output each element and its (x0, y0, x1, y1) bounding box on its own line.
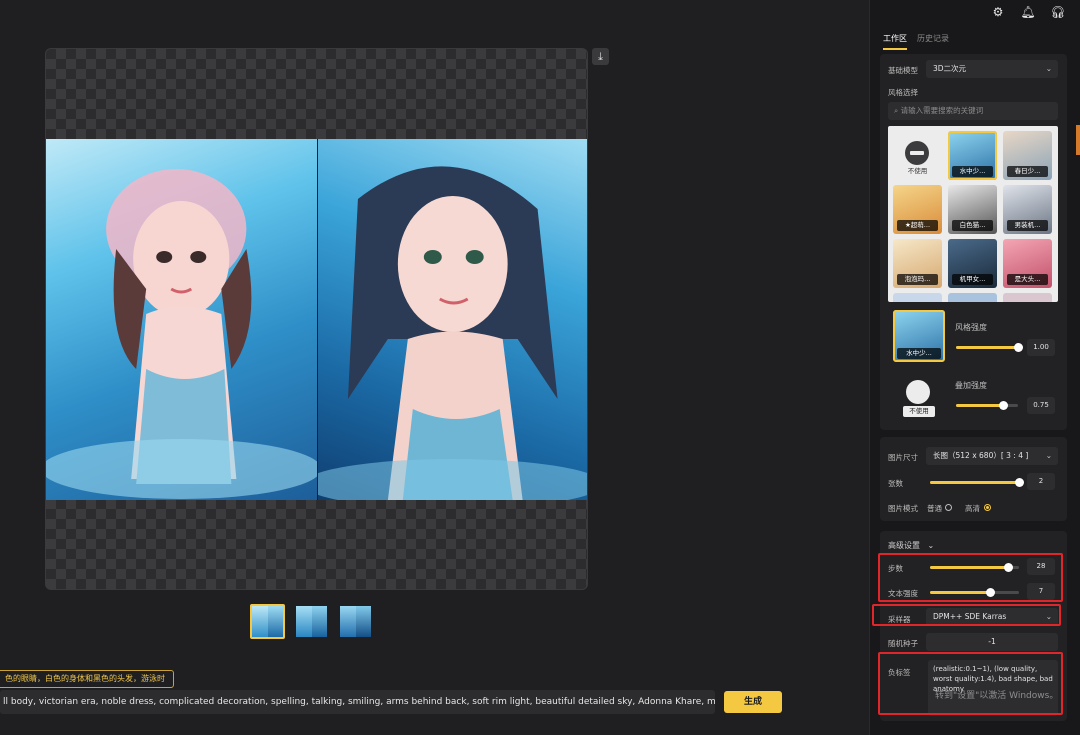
style-item-more[interactable] (948, 293, 997, 302)
advanced-title-text: 高级设置 (888, 541, 920, 550)
overlay-strength-label: 叠加强度 (955, 381, 987, 390)
scroll-accent (1076, 125, 1080, 155)
headset-icon[interactable]: 🎧︎ (1050, 4, 1066, 20)
style-item-underwater-girl[interactable]: 水中少... (948, 131, 997, 180)
image-mode-label: 图片模式 (888, 504, 918, 513)
generated-image-left (46, 139, 317, 500)
overlay-style-caption: 不使用 (903, 406, 935, 417)
style-grid: 不使用 水中少... 春日少... ★超萌... 白色猫... 男装机... 泡… (888, 126, 1058, 302)
style-item-caption: 泡泡玛... (897, 274, 938, 285)
style-item-caption: 是大头... (1007, 274, 1048, 285)
style-item-white-cat[interactable]: 白色猫... (948, 185, 997, 234)
style-item-none[interactable]: 不使用 (893, 131, 942, 180)
style-item-caption: 白色猫... (952, 220, 993, 231)
tab-history[interactable]: 历史记录 (917, 33, 949, 50)
thumbnail-1[interactable] (250, 604, 285, 639)
overlay-strength-slider[interactable] (956, 401, 1018, 410)
style-item-male-mecha[interactable]: 男装机... (1003, 185, 1052, 234)
highlight-negative (878, 652, 1063, 715)
settings-icon[interactable]: ⚙ (990, 4, 1006, 20)
style-item-spring-girl[interactable]: 春日少... (1003, 131, 1052, 180)
image-size-select[interactable]: 长图（512 x 680）[ 3 : 4 ] ⌄ (926, 447, 1058, 465)
tab-workspace[interactable]: 工作区 (883, 33, 907, 50)
mode-option-hd-label: 高清 (965, 504, 980, 513)
sidebar-tabs: 工作区 历史记录 (883, 33, 949, 50)
search-placeholder: 请输入需要搜索的关键词 (900, 106, 984, 115)
count-slider[interactable] (930, 478, 1024, 487)
bell-icon[interactable]: 🔔︎ (1020, 4, 1036, 20)
style-search-input[interactable]: ⌕ 请输入需要搜索的关键词 (888, 102, 1058, 120)
style-item-caption: 机甲女... (952, 274, 993, 285)
highlight-steps-cfg (878, 553, 1063, 602)
mode-option-normal-label: 普通 (927, 504, 942, 513)
style-item-more[interactable] (893, 293, 942, 302)
seed-value: -1 (988, 637, 996, 646)
chevron-down-icon: ⌄ (1045, 451, 1052, 460)
style-item-more[interactable] (1003, 293, 1052, 302)
advanced-title[interactable]: 高级设置 ⌄ (888, 540, 934, 551)
selected-style-thumb[interactable]: 水中少... (893, 310, 945, 362)
mode-option-normal-radio[interactable] (945, 504, 952, 511)
slider-fill (956, 404, 1003, 407)
thumbnail-3[interactable] (338, 604, 373, 639)
model-label: 基础模型 (888, 66, 918, 75)
style-item-popmart[interactable]: 泡泡玛... (893, 239, 942, 288)
chevron-down-icon: ⌄ (927, 541, 935, 550)
style-item-caption: ★超萌... (897, 220, 938, 231)
download-icon: ⤓ (598, 49, 603, 63)
count-value[interactable]: 2 (1027, 473, 1055, 490)
style-strength-value[interactable]: 1.00 (1027, 339, 1055, 356)
generated-image[interactable] (46, 139, 587, 500)
model-select[interactable]: 3D二次元 ⌄ (926, 60, 1058, 78)
image-size-value: 长图（512 x 680）[ 3 : 4 ] (933, 451, 1029, 460)
generate-button[interactable]: 生成 (724, 691, 782, 713)
search-icon: ⌕ (894, 106, 899, 115)
slider-knob[interactable] (998, 401, 1008, 410)
download-button[interactable]: ⤓ (592, 48, 609, 65)
count-label: 张数 (888, 479, 903, 488)
overlay-style-thumb[interactable]: 不使用 (893, 370, 945, 418)
style-strength-slider[interactable] (956, 343, 1023, 352)
generated-image-right (316, 139, 587, 500)
image-size-label: 图片尺寸 (888, 453, 918, 462)
style-item-caption: 春日少... (1007, 166, 1048, 177)
thumbnail-strip (250, 604, 373, 639)
slider-fill (956, 346, 1018, 349)
style-item-big-head[interactable]: 是大头... (1003, 239, 1052, 288)
style-item-caption: 不使用 (907, 167, 928, 175)
style-item-cute[interactable]: ★超萌... (893, 185, 942, 234)
slider-knob[interactable] (1015, 478, 1024, 487)
top-icons: ⚙ 🔔︎ 🎧︎ (990, 4, 1066, 20)
no-style-icon (905, 141, 929, 165)
prompt-hint-chip[interactable]: 色的眼睛，白色的身体和黑色的头发，游泳时 (0, 670, 174, 688)
style-item-caption: 男装机... (1007, 220, 1048, 231)
mode-option-hd-radio[interactable] (984, 504, 991, 511)
style-item-mecha-girl[interactable]: 机甲女... (948, 239, 997, 288)
no-style-icon (906, 380, 930, 404)
overlay-strength-value[interactable]: 0.75 (1027, 397, 1055, 414)
style-label: 风格选择 (888, 88, 918, 97)
style-item-caption: 水中少... (952, 166, 993, 177)
style-strength-label: 风格强度 (955, 323, 987, 332)
slider-knob[interactable] (1014, 343, 1023, 352)
seed-label: 随机种子 (888, 639, 918, 648)
seed-input[interactable]: -1 (926, 633, 1058, 651)
prompt-input[interactable]: ll body, victorian era, noble dress, com… (0, 690, 715, 714)
highlight-sampler (872, 604, 1061, 626)
thumbnail-2[interactable] (294, 604, 329, 639)
model-value: 3D二次元 (933, 64, 967, 73)
selected-style-caption: 水中少... (897, 348, 941, 359)
slider-fill (930, 481, 1019, 484)
chevron-down-icon: ⌄ (1045, 64, 1052, 73)
image-canvas (45, 48, 588, 590)
